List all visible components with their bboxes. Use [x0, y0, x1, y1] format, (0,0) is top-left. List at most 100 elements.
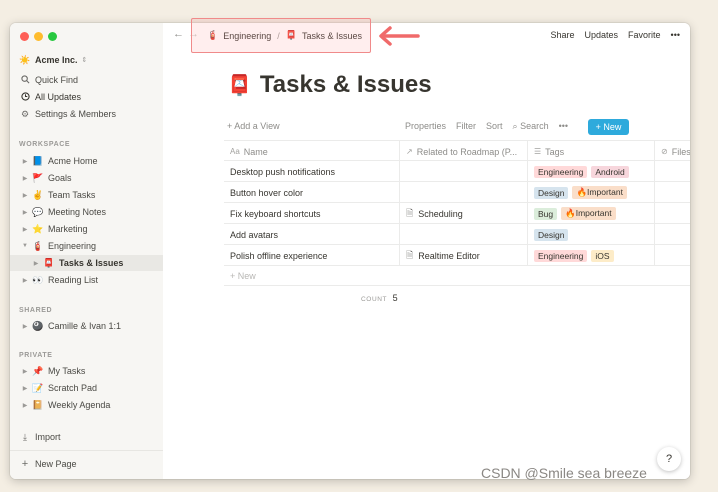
- sidebar-item-label: Engineering: [48, 241, 97, 251]
- help-button[interactable]: ?: [657, 447, 681, 471]
- expand-arrow-icon[interactable]: ▶: [21, 323, 29, 330]
- cell-related[interactable]: 🗎 Realtime Editor: [400, 245, 528, 266]
- back-arrow-icon[interactable]: ←: [173, 28, 184, 40]
- search-button[interactable]: ⌕ Search: [513, 121, 549, 132]
- plus-icon: +: [21, 458, 29, 470]
- sidebar-item-reading-list[interactable]: ▶ 👀 Reading List: [10, 272, 163, 288]
- sidebar-item-tasks-issues[interactable]: ▶ 📮 Tasks & Issues: [10, 255, 163, 271]
- sidebar-item-label: Quick Find: [35, 75, 79, 85]
- chevron-updown-icon: ⇕: [81, 57, 88, 64]
- page-title-text[interactable]: Tasks & Issues: [260, 71, 432, 99]
- cell-files[interactable]: [655, 161, 690, 182]
- add-view-button[interactable]: + Add a View: [227, 121, 280, 131]
- sidebar-item-goals[interactable]: ▶ 🚩 Goals: [10, 170, 163, 186]
- cell-files[interactable]: [655, 203, 690, 224]
- sidebar-item-label: Settings & Members: [35, 109, 117, 119]
- cell-tags[interactable]: Design 🔥Important: [528, 182, 655, 203]
- new-item-button[interactable]: + New: [588, 119, 629, 135]
- section-label-shared: SHARED: [19, 307, 53, 314]
- sidebar-item-camille-ivan[interactable]: ▶ 🎱 Camille & Ivan 1:1: [10, 318, 163, 334]
- filter-button[interactable]: Filter: [456, 121, 476, 132]
- download-icon: ⤓: [23, 431, 27, 442]
- sort-button[interactable]: Sort: [486, 121, 503, 132]
- favorite-button[interactable]: Favorite: [628, 30, 661, 40]
- sidebar-item-my-tasks[interactable]: ▶ 📌 My Tasks: [10, 363, 163, 379]
- cell-tags[interactable]: Engineering Android: [528, 161, 655, 182]
- more-options-icon[interactable]: •••: [671, 30, 680, 40]
- new-page-button[interactable]: + New Page: [10, 456, 163, 472]
- cell-files[interactable]: [655, 245, 690, 266]
- expand-arrow-icon[interactable]: ▶: [21, 158, 29, 165]
- close-window-button[interactable]: [20, 32, 29, 41]
- tag-badge: Engineering: [534, 249, 588, 262]
- expand-arrow-icon[interactable]: ▶: [21, 277, 29, 284]
- relation-link[interactable]: Realtime Editor: [418, 251, 480, 261]
- table-row[interactable]: Button hover color Design 🔥Important: [224, 182, 690, 203]
- fire-extinguisher-icon: 🧯: [32, 240, 44, 251]
- relation-arrow-icon: ↗: [406, 147, 413, 156]
- sidebar-item-all-updates[interactable]: All Updates: [10, 89, 163, 105]
- column-header-related[interactable]: ↗ Related to Roadmap (P...: [400, 141, 528, 162]
- cell-related[interactable]: [400, 161, 528, 182]
- speech-bubble-icon: 💬: [32, 206, 44, 217]
- more-options-icon[interactable]: •••: [559, 121, 568, 132]
- workspace-switcher[interactable]: ☀️ Acme Inc. ⇕: [10, 52, 163, 68]
- table-row[interactable]: Add avatars Design: [224, 224, 690, 245]
- cell-tags[interactable]: Bug 🔥Important: [528, 203, 655, 224]
- cell-files[interactable]: [655, 224, 690, 245]
- page-title[interactable]: 📮 Tasks & Issues: [227, 71, 432, 99]
- sidebar-item-acme-home[interactable]: ▶ 📘 Acme Home: [10, 153, 163, 169]
- sidebar-item-team-tasks[interactable]: ▶ ✌️ Team Tasks: [10, 187, 163, 203]
- cell-name[interactable]: Button hover color: [224, 182, 400, 203]
- cell-name[interactable]: Polish offline experience: [224, 245, 400, 266]
- pushpin-icon: 📌: [32, 365, 44, 376]
- expand-arrow-icon[interactable]: ▶: [21, 209, 29, 216]
- table-row[interactable]: Desktop push notifications Engineering A…: [224, 161, 690, 182]
- postbox-icon: 📮: [43, 257, 55, 268]
- add-row-button[interactable]: + New: [224, 266, 690, 286]
- expand-arrow-icon[interactable]: ▶: [21, 368, 29, 375]
- share-button[interactable]: Share: [550, 30, 574, 40]
- expand-arrow-icon[interactable]: ▶: [21, 175, 29, 182]
- expand-arrow-icon[interactable]: ▶: [21, 226, 29, 233]
- expand-arrow-icon[interactable]: ▶: [21, 192, 29, 199]
- cell-files[interactable]: [655, 182, 690, 203]
- sidebar-import-button[interactable]: ⤓ Import: [10, 429, 163, 445]
- new-page-label: New Page: [35, 459, 77, 469]
- victory-hand-icon: ✌️: [32, 189, 44, 200]
- updates-button[interactable]: Updates: [585, 30, 619, 40]
- cell-related[interactable]: [400, 224, 528, 245]
- collapse-arrow-icon[interactable]: ▼: [21, 243, 29, 249]
- cell-tags[interactable]: Engineering iOS: [528, 245, 655, 266]
- cell-name[interactable]: Desktop push notifications: [224, 161, 400, 182]
- table-row[interactable]: Fix keyboard shortcuts 🗎 Scheduling Bug …: [224, 203, 690, 224]
- sidebar-item-marketing[interactable]: ▶ ⭐ Marketing: [10, 221, 163, 237]
- maximize-window-button[interactable]: [48, 32, 57, 41]
- sidebar-item-quick-find[interactable]: Quick Find: [10, 72, 163, 88]
- column-header-tags[interactable]: ☰ Tags: [528, 141, 655, 162]
- sidebar-item-scratch-pad[interactable]: ▶ 📝 Scratch Pad: [10, 380, 163, 396]
- postbox-icon[interactable]: 📮: [227, 73, 252, 98]
- minimize-window-button[interactable]: [34, 32, 43, 41]
- sidebar-item-settings[interactable]: ⚙ Settings & Members: [10, 106, 163, 122]
- relation-link[interactable]: Scheduling: [418, 209, 463, 219]
- expand-arrow-icon[interactable]: ▶: [21, 385, 29, 392]
- memo-icon: 📝: [32, 382, 44, 393]
- cell-name[interactable]: Add avatars: [224, 224, 400, 245]
- sidebar-item-engineering[interactable]: ▼ 🧯 Engineering: [10, 238, 163, 254]
- cell-related[interactable]: 🗎 Scheduling: [400, 203, 528, 224]
- column-header-name[interactable]: Aa Name: [224, 141, 400, 162]
- sidebar-item-meeting-notes[interactable]: ▶ 💬 Meeting Notes: [10, 204, 163, 220]
- expand-arrow-icon[interactable]: ▶: [32, 260, 40, 267]
- cell-name[interactable]: Fix keyboard shortcuts: [224, 203, 400, 224]
- cell-tags[interactable]: Design: [528, 224, 655, 245]
- database-table: Aa Name ↗ Related to Roadmap (P... ☰ Tags ⊘…: [224, 140, 690, 286]
- count-aggregate[interactable]: COUNT 5: [361, 293, 398, 303]
- expand-arrow-icon[interactable]: ▶: [21, 402, 29, 409]
- cell-related[interactable]: [400, 182, 528, 203]
- properties-button[interactable]: Properties: [405, 121, 446, 132]
- window-controls: [20, 32, 57, 41]
- sidebar-item-weekly-agenda[interactable]: ▶ 📔 Weekly Agenda: [10, 397, 163, 413]
- table-row[interactable]: Polish offline experience 🗎 Realtime Edi…: [224, 245, 690, 266]
- column-header-files[interactable]: ⊘ Files: [655, 141, 690, 162]
